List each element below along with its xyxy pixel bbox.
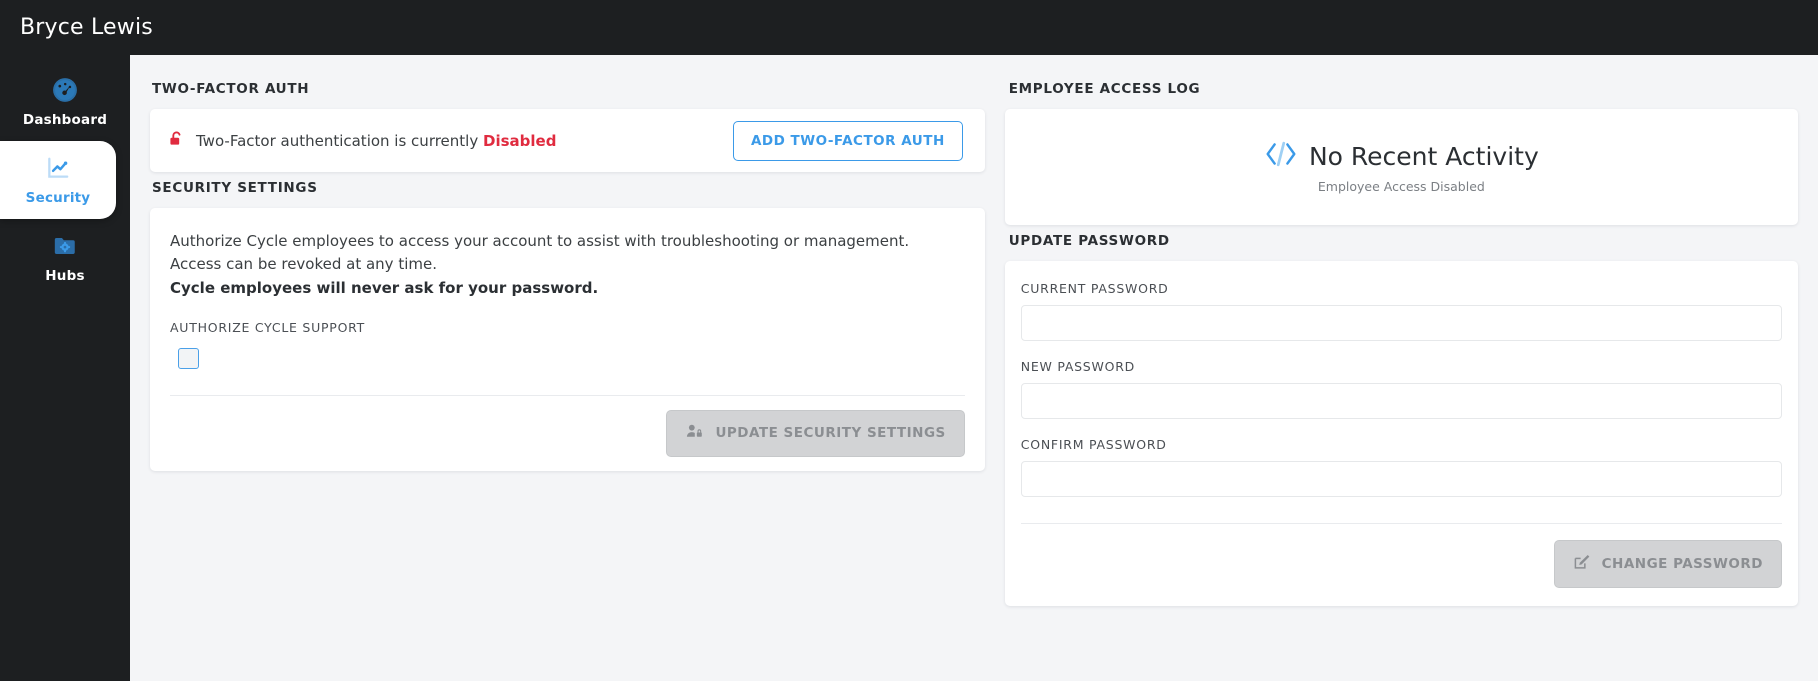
folder-gear-icon [52, 233, 78, 259]
main-content: TWO-FACTOR AUTH Two-Factor authenticatio… [130, 55, 1818, 681]
current-password-input[interactable] [1020, 305, 1782, 341]
gauge-icon [52, 77, 78, 103]
confirm-password-label: CONFIRM PASSWORD [1020, 437, 1167, 452]
authorize-cycle-support-label: AUTHORIZE CYCLE SUPPORT [170, 319, 366, 335]
current-password-label: CURRENT PASSWORD [1020, 281, 1169, 296]
sidebar-item-label: Dashboard [22, 111, 108, 128]
chart-line-icon [45, 155, 71, 181]
security-settings-description: Authorize Cycle employees to access your… [170, 232, 910, 274]
change-password-label: CHANGE PASSWORD [1601, 556, 1763, 572]
sidebar-nav: Dashboard Security Hubs [0, 55, 130, 681]
two-factor-status-text: Two-Factor authentication is currently D… [196, 132, 556, 150]
employee-access-log-empty-state: No Recent Activity [1264, 140, 1539, 172]
update-password-section-title: UPDATE PASSWORD [1008, 233, 1170, 249]
authorize-cycle-support-checkbox[interactable] [178, 347, 199, 369]
two-factor-message-prefix: Two-Factor authentication is currently [196, 131, 483, 150]
change-password-button[interactable]: CHANGE PASSWORD [1553, 540, 1782, 588]
page-title: Bryce Lewis [20, 15, 153, 40]
new-password-label: NEW PASSWORD [1020, 359, 1135, 374]
security-settings-card: Authorize Cycle employees to access your… [150, 208, 985, 471]
security-settings-footer: UPDATE SECURITY SETTINGS [170, 394, 965, 471]
update-security-settings-label: UPDATE SECURITY SETTINGS [715, 425, 946, 442]
employee-access-log-section-title: EMPLOYEE ACCESS LOG [1008, 81, 1201, 97]
two-factor-card: Two-Factor authentication is currently D… [150, 109, 985, 172]
sidebar-item-dashboard[interactable]: Dashboard [0, 63, 130, 141]
employee-access-log-empty-title: No Recent Activity [1308, 141, 1539, 171]
employee-access-log-empty-subtitle: Employee Access Disabled [1317, 179, 1485, 194]
edit-square-icon [1573, 553, 1591, 575]
two-factor-section-title: TWO-FACTOR AUTH [152, 81, 310, 97]
employee-access-log-card: No Recent Activity Employee Access Disab… [1004, 109, 1798, 225]
two-factor-status-group: Two-Factor authentication is currently D… [168, 129, 556, 153]
left-column: TWO-FACTOR AUTH Two-Factor authenticatio… [150, 73, 985, 681]
right-column: EMPLOYEE ACCESS LOG No Recent Activity E… [1004, 73, 1798, 681]
add-two-factor-auth-button[interactable]: ADD TWO-FACTOR AUTH [732, 120, 963, 161]
update-password-card: CURRENT PASSWORD NEW PASSWORD CONFIRM PA… [1004, 261, 1798, 606]
sidebar-item-label: Hubs [45, 267, 85, 284]
security-settings-section-title: SECURITY SETTINGS [152, 180, 318, 196]
update-password-footer: CHANGE PASSWORD [1020, 523, 1782, 606]
sidebar-item-security[interactable]: Security [0, 141, 116, 219]
confirm-password-input[interactable] [1020, 461, 1782, 497]
unlock-icon [168, 129, 185, 153]
security-settings-warning: Cycle employees will never ask for your … [170, 278, 599, 297]
sidebar-item-label: Security [25, 189, 91, 206]
update-security-settings-button[interactable]: UPDATE SECURITY SETTINGS [666, 409, 965, 457]
sidebar-item-hubs[interactable]: Hubs [0, 219, 130, 297]
new-password-input[interactable] [1020, 383, 1782, 419]
top-header-bar: Bryce Lewis [0, 0, 1818, 55]
user-lock-icon [685, 423, 704, 444]
status-badge: Disabled [483, 131, 557, 150]
code-icon [1264, 140, 1298, 172]
